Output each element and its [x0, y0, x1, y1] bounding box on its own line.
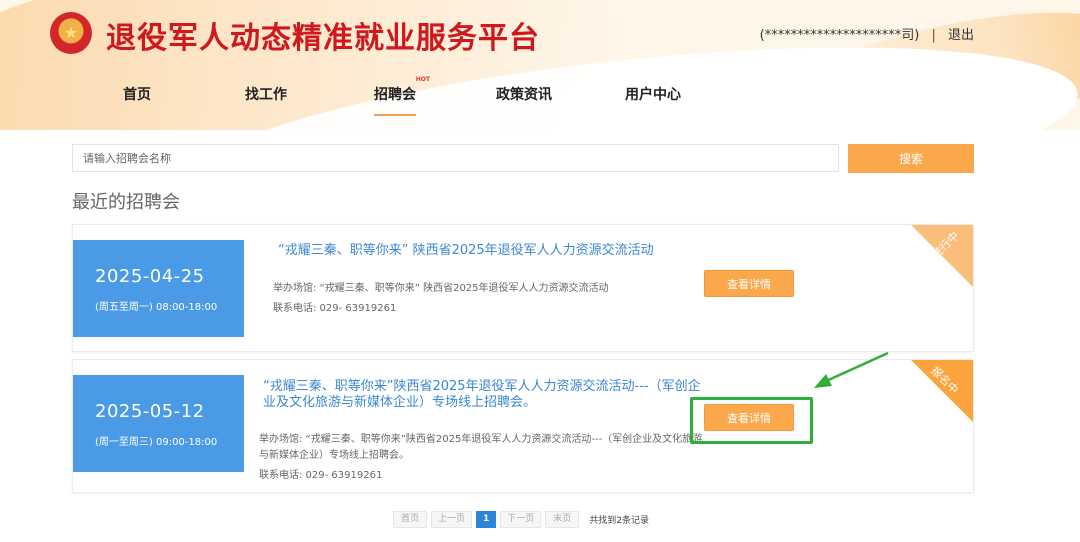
fair-time: (周一至周三) 09:00-18:00 — [95, 437, 218, 448]
page-first-button[interactable]: 首页 — [393, 510, 427, 528]
fair-title-link[interactable]: “戎耀三秦、职等你来”陕西省2025年退役军人人力资源交流活动---（军创企业及… — [263, 379, 713, 411]
annotation-highlight-box — [690, 397, 813, 444]
page-number-current[interactable]: 1 — [476, 510, 497, 528]
page-last-button[interactable]: 末页 — [545, 510, 580, 528]
page-prev-button[interactable]: 上一页 — [431, 510, 473, 528]
nav-item-label: 招聘会 — [374, 87, 416, 103]
date-box: 2025-04-25 (周五至周一) 08:00-18:00 — [73, 240, 244, 337]
annotation-arrow-icon — [814, 351, 889, 388]
view-details-button[interactable]: 查看详情 — [704, 270, 794, 297]
nav-item-policy-news[interactable]: 政策资讯 — [496, 84, 552, 104]
nav-item-find-job[interactable]: 找工作 — [245, 84, 287, 104]
site-logo-emblem-icon: ★ — [50, 12, 92, 54]
separator: | — [931, 28, 936, 43]
hot-badge: HOT — [415, 76, 430, 83]
job-fair-card: 2025-04-25 (周五至周一) 08:00-18:00 “戎耀三秦、职等你… — [72, 224, 974, 352]
fair-time: (周五至周一) 08:00-18:00 — [95, 302, 218, 313]
fair-phone: 联系电话: 029- 63919261 — [259, 470, 383, 481]
nav-item-job-fair[interactable]: 招聘会 HOT — [374, 76, 430, 116]
site-title: 退役军人动态精准就业服务平台 — [106, 21, 540, 56]
section-title: 最近的招聘会 — [72, 192, 180, 213]
annotation-arrow-head — [814, 374, 832, 388]
user-area: (*********************司) | 退出 — [760, 24, 974, 43]
fair-title-link[interactable]: “戎耀三秦、职等你来” 陕西省2025年退役军人人力资源交流活动 — [278, 243, 798, 259]
status-label: 报名中 — [928, 364, 961, 397]
main-nav: 首页 找工作 招聘会 HOT 政策资讯 用户中心 — [0, 76, 1080, 116]
pagination: 首页 上一页 1 下一页 末页 共找到2条记录 — [393, 510, 649, 528]
status-ribbon: 报名中 — [911, 360, 973, 422]
status-ribbon: 进行中 — [911, 225, 973, 287]
date-box: 2025-05-12 (周一至周三) 09:00-18:00 — [73, 375, 244, 472]
star-icon: ★ — [63, 23, 79, 42]
search-button[interactable]: 搜索 — [848, 144, 974, 173]
fair-phone: 联系电话: 029- 63919261 — [273, 303, 397, 314]
fair-date: 2025-04-25 — [95, 266, 205, 287]
fair-date: 2025-05-12 — [95, 401, 205, 422]
page-next-button[interactable]: 下一页 — [500, 510, 542, 528]
nav-item-user-center[interactable]: 用户中心 — [625, 84, 681, 104]
pagination-total: 共找到2条记录 — [589, 515, 650, 526]
fair-venue: 举办场馆: “戎耀三秦、职等你来” 陕西省2025年退役军人人力资源交流活动 — [273, 283, 609, 294]
user-name[interactable]: (*********************司) — [760, 28, 920, 43]
search-input[interactable] — [72, 144, 839, 172]
fair-venue: 举办场馆: “戎耀三秦、职等你来”陕西省2025年退役军人人力资源交流活动---… — [259, 434, 703, 461]
logout-link[interactable]: 退出 — [948, 28, 974, 43]
annotation-arrow-line — [823, 351, 889, 384]
status-label: 进行中 — [929, 229, 962, 262]
nav-item-home[interactable]: 首页 — [123, 84, 151, 104]
